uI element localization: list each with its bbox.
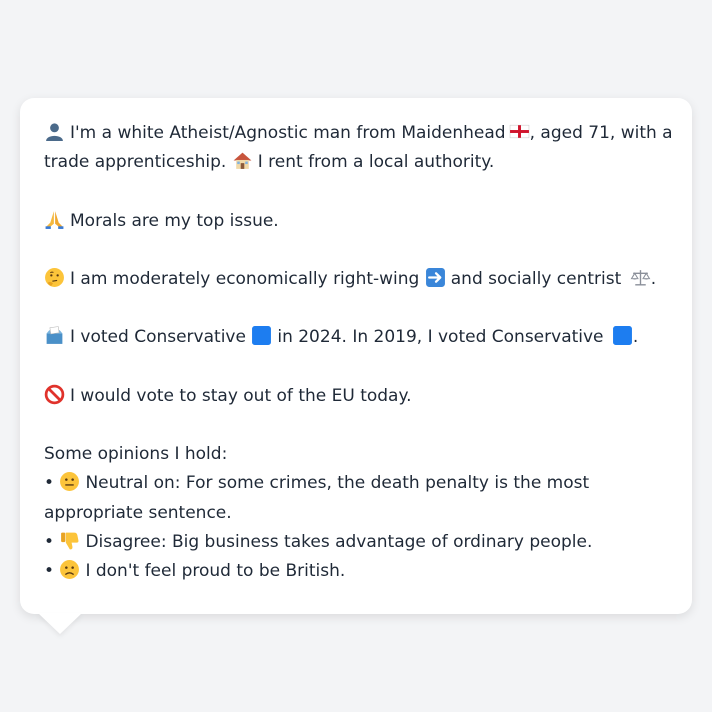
vote-text-b: in 2024. In 2019, I voted Conservative [277, 327, 604, 348]
ballot-box-icon [44, 325, 65, 346]
thinking-face-icon [44, 267, 65, 288]
opinion-text: Neutral on: For some crimes, the death p… [44, 473, 590, 523]
bubble-tail [38, 613, 82, 634]
eu-line: I would vote to stay out of the EU today… [44, 382, 668, 411]
house-icon [232, 150, 253, 171]
opinions-heading: Some opinions I hold: [44, 444, 228, 465]
list-item: • I don't feel proud to be British. [44, 557, 668, 586]
bust-in-silhouette-icon [44, 121, 65, 142]
bio-line-1: I'm a white Atheist/Agnostic man from Ma… [44, 119, 673, 148]
eu-stance: I would vote to stay out of the EU today… [44, 382, 668, 411]
ideology: I am moderately economically right-wing … [44, 265, 668, 294]
eu-text: I would vote to stay out of the EU today… [70, 385, 412, 406]
vote-text-a: I voted Conservative [70, 327, 246, 348]
opinions: Some opinions I hold: • Neutral on: For … [44, 440, 668, 586]
neutral-face-icon [59, 471, 80, 492]
right-arrow-icon [425, 267, 446, 288]
bullet: • [44, 531, 55, 552]
message-bubble: I'm a white Atheist/Agnostic man from Ma… [20, 98, 692, 614]
top-issue-text: Morals are my top issue. [70, 210, 279, 231]
bio-text-a: I'm a white Atheist/Agnostic man from Ma… [70, 123, 506, 143]
bio-text-b: , aged 71, with a [529, 123, 673, 143]
vote-history: I voted Conservative in 2024. In 2019, I… [44, 323, 668, 352]
opinion-text: Disagree: Big business takes advantage o… [85, 531, 593, 552]
folded-hands-icon [44, 209, 65, 230]
opinion-text: I don't feel proud to be British. [85, 560, 346, 581]
slightly-frowning-face-icon [59, 559, 80, 580]
ideology-text-b: and socially centrist [450, 268, 622, 289]
list-item: • Disagree: Big business takes advantage… [44, 528, 668, 557]
thumbs-down-icon [59, 530, 80, 551]
bio-text-c: trade apprenticeship. [44, 152, 227, 173]
bullet: • [44, 473, 55, 494]
vote-text-c: . [632, 327, 639, 348]
ideology-line: I am moderately economically right-wing … [44, 265, 668, 294]
england-flag-icon [509, 121, 530, 142]
bio-line-2: trade apprenticeship. I rent from a loca… [44, 148, 668, 177]
blue-square-icon [251, 325, 272, 346]
balance-scale-icon [630, 267, 651, 288]
top-issue-line: Morals are my top issue. [44, 207, 668, 236]
list-item: • Neutral on: For some crimes, the death… [44, 469, 668, 527]
bullet: • [44, 560, 55, 581]
bio-paragraph: I'm a white Atheist/Agnostic man from Ma… [44, 119, 673, 177]
ideology-text-a: I am moderately economically right-wing [70, 268, 420, 289]
top-issue: Morals are my top issue. [44, 207, 668, 236]
blue-square-icon [612, 325, 633, 346]
ideology-text-c: . [650, 268, 657, 289]
prohibited-icon [44, 384, 65, 405]
vote-line: I voted Conservative in 2024. In 2019, I… [44, 323, 668, 352]
bio-text-d: I rent from a local authority. [257, 152, 495, 173]
